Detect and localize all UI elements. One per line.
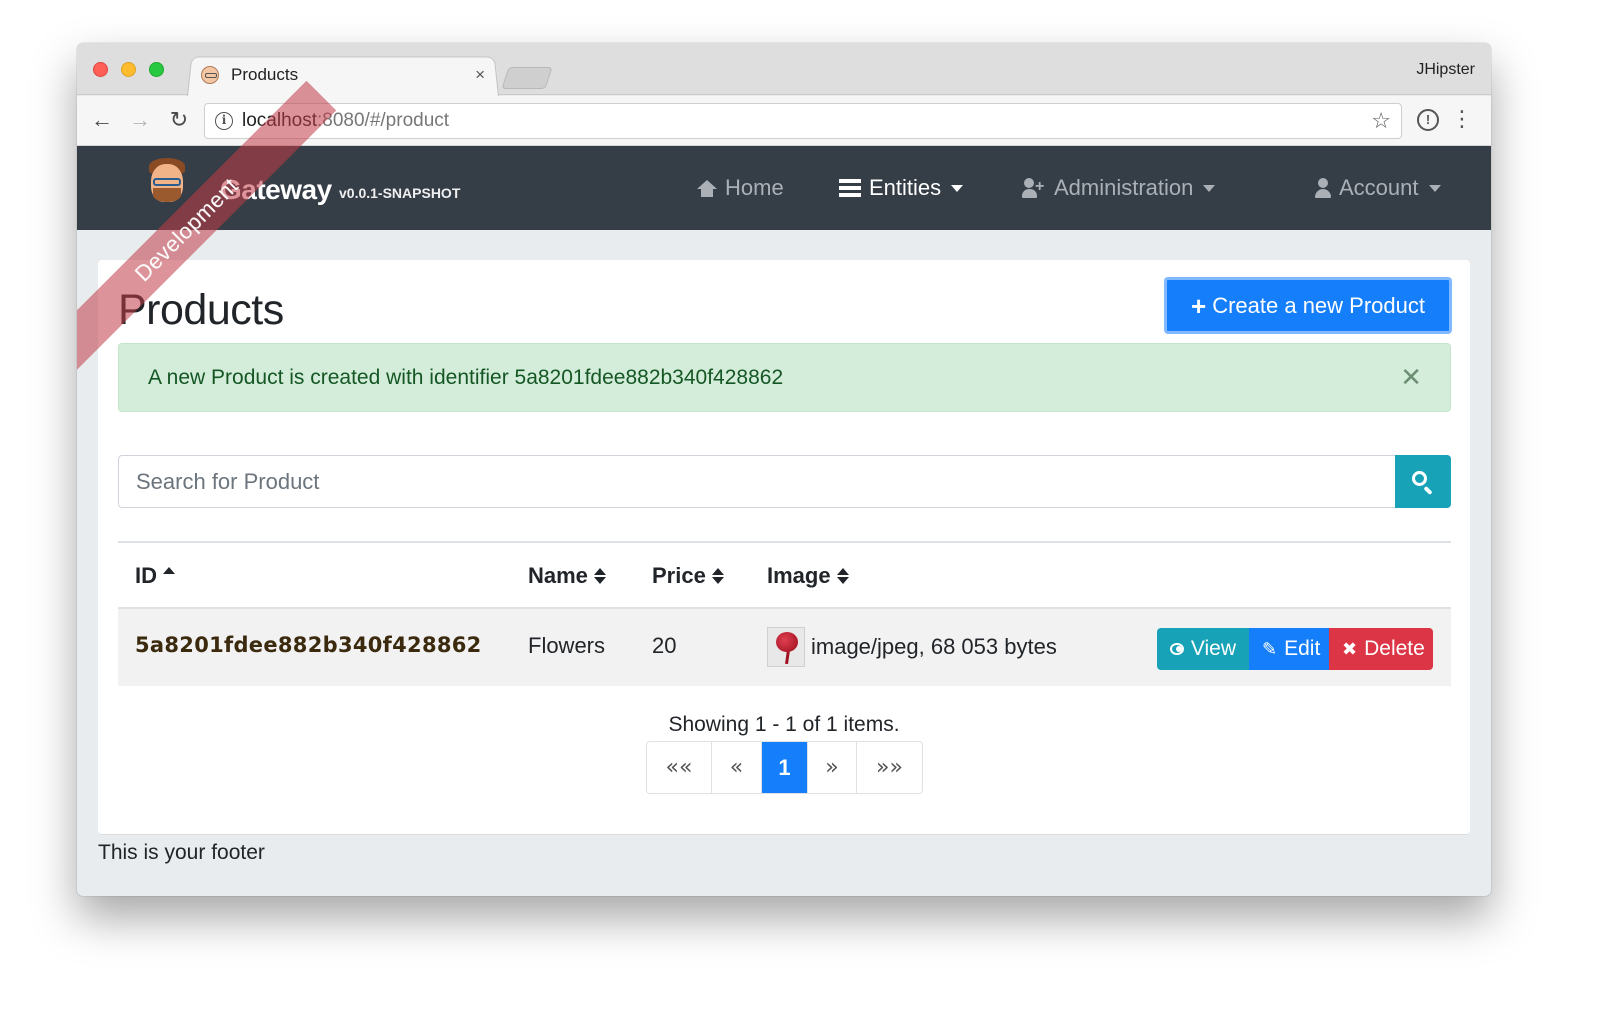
search-icon	[1412, 471, 1427, 486]
user-plus-icon	[1022, 178, 1046, 198]
sort-icon	[711, 567, 724, 585]
list-icon	[839, 179, 861, 197]
nav-home[interactable]: Home	[697, 175, 784, 201]
page-first-button[interactable]: ««	[647, 742, 712, 793]
close-window-button[interactable]	[93, 62, 108, 77]
success-alert: A new Product is created with identifier…	[118, 343, 1451, 412]
pagination-summary: Showing 1 - 1 of 1 items.	[668, 713, 900, 736]
extension-icon[interactable]: !	[1417, 109, 1439, 131]
nav-account-label: Account	[1339, 175, 1419, 200]
product-id-link[interactable]: 5a8201fdee882b340f428862	[135, 633, 482, 657]
product-price: 20	[652, 633, 677, 658]
page-prev-button[interactable]: «	[712, 742, 762, 793]
product-image-info: image/jpeg, 68 053 bytes	[811, 634, 1057, 659]
pencil-icon: ✎	[1262, 638, 1278, 659]
times-icon: ✖	[1342, 638, 1358, 659]
browser-window: Products × JHipster ← → ↻ i localhost:80…	[77, 43, 1491, 896]
nav-administration-label: Administration	[1054, 175, 1194, 200]
chevron-down-icon	[1203, 184, 1216, 192]
forward-arrow-icon[interactable]: →	[127, 108, 153, 134]
browser-menu-icon[interactable]: ⋮	[1451, 108, 1473, 130]
tab-close-icon[interactable]: ×	[475, 65, 485, 85]
search-input[interactable]	[118, 455, 1396, 508]
info-icon[interactable]: i	[215, 112, 233, 130]
home-icon	[697, 179, 717, 197]
app-navbar: Gateway v0.0.1-SNAPSHOT Home Entities Ad…	[77, 146, 1491, 230]
profile-name[interactable]: JHipster	[1416, 61, 1475, 79]
reload-icon[interactable]: ↻	[166, 108, 192, 134]
nav-entities-label: Entities	[869, 175, 942, 200]
eye-icon	[1170, 643, 1184, 655]
user-icon	[1315, 178, 1331, 198]
table-header: ID Name Price Image	[118, 541, 1451, 609]
product-thumbnail[interactable]	[767, 627, 805, 667]
nav-administration[interactable]: Administration	[1022, 175, 1216, 201]
bookmark-star-icon[interactable]: ☆	[1371, 108, 1391, 134]
address-bar[interactable]: i localhost:8080/#/product ☆	[204, 103, 1402, 139]
sort-asc-icon	[163, 566, 175, 574]
new-tab-button[interactable]	[501, 67, 553, 89]
brand-version: v0.0.1-SNAPSHOT	[339, 185, 461, 201]
tab-title: Products	[231, 65, 299, 84]
page-next-button[interactable]: »	[808, 742, 857, 793]
jhipster-logo-icon[interactable]	[149, 158, 185, 208]
table-row: 5a8201fdee882b340f428862 Flowers 20 imag…	[118, 609, 1451, 686]
stage: Products × JHipster ← → ↻ i localhost:80…	[0, 0, 1600, 1027]
url-path: :8080/#/product	[317, 110, 450, 131]
nav-account[interactable]: Account	[1315, 175, 1441, 201]
delete-button[interactable]: ✖ Delete	[1329, 628, 1433, 670]
page-current-button[interactable]: 1	[762, 742, 808, 793]
maximize-window-button[interactable]	[149, 62, 164, 77]
pagination: «« « 1 » »»	[646, 741, 923, 794]
row-actions: View ✎ Edit ✖ Delete	[1157, 628, 1433, 670]
nav-home-label: Home	[725, 175, 784, 200]
column-header-name[interactable]: Name	[528, 563, 606, 589]
product-image-cell: image/jpeg, 68 053 bytes	[767, 627, 1057, 667]
minimize-window-button[interactable]	[121, 62, 136, 77]
create-product-label: Create a new Product	[1212, 292, 1425, 318]
browser-toolbar: ← → ↻ i localhost:8080/#/product ☆ ! ⋮	[77, 96, 1491, 146]
footer-text: This is your footer	[98, 841, 265, 864]
url-text[interactable]: localhost:8080/#/product	[242, 110, 449, 132]
url-host: localhost	[242, 110, 317, 131]
search-button[interactable]	[1395, 455, 1451, 508]
sort-icon	[593, 567, 606, 585]
browser-titlebar: Products × JHipster	[77, 43, 1491, 96]
favicon-icon	[201, 66, 219, 84]
column-header-price[interactable]: Price	[652, 563, 724, 589]
edit-button[interactable]: ✎ Edit	[1249, 628, 1329, 670]
chevron-down-icon	[951, 184, 964, 192]
brand-title[interactable]: Gateway	[220, 174, 332, 206]
page-last-button[interactable]: »»	[857, 742, 922, 793]
chevron-down-icon	[1428, 184, 1441, 192]
sort-icon	[836, 567, 849, 585]
page-title: Products	[118, 286, 284, 334]
close-icon[interactable]: ✕	[1400, 364, 1422, 390]
products-table: ID Name Price Image 5a8201fdee882b340f42…	[118, 541, 1451, 686]
nav-entities[interactable]: Entities	[839, 175, 964, 201]
alert-message: A new Product is created with identifier…	[148, 366, 784, 389]
create-product-button[interactable]: + Create a new Product	[1164, 277, 1452, 334]
main-content: Products + Create a new Product A new Pr…	[98, 260, 1470, 835]
view-button[interactable]: View	[1157, 628, 1249, 670]
column-header-image[interactable]: Image	[767, 563, 849, 589]
back-arrow-icon[interactable]: ←	[89, 108, 115, 134]
plus-icon: +	[1191, 290, 1207, 321]
column-header-id[interactable]: ID	[135, 563, 175, 589]
browser-tab-content[interactable]: Products ×	[195, 55, 495, 95]
product-name: Flowers	[528, 633, 606, 658]
